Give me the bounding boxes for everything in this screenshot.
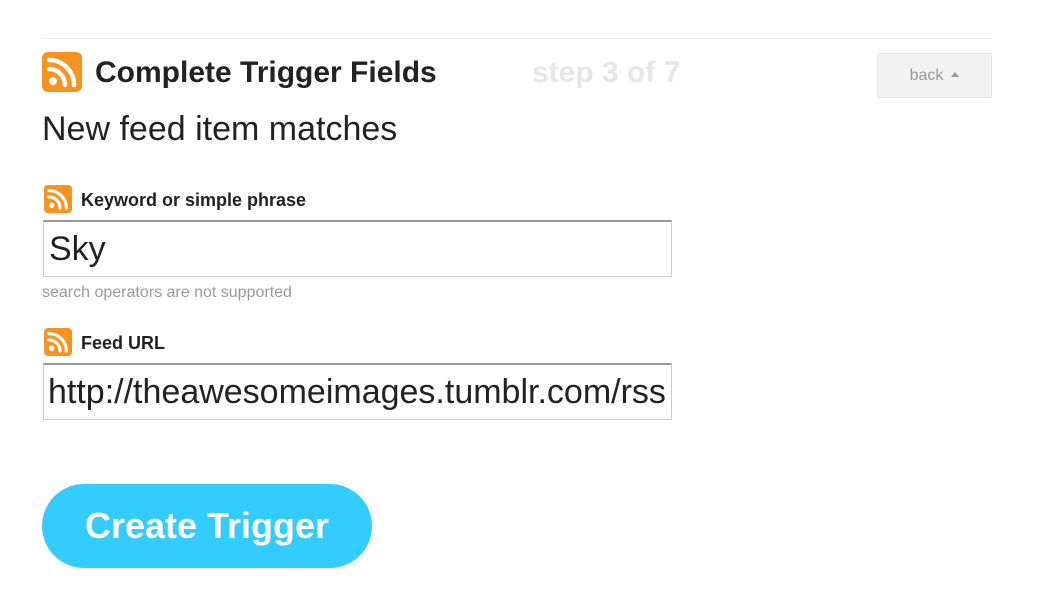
rss-feed-icon [44, 185, 72, 213]
caret-up-icon [951, 72, 960, 77]
create-trigger-button[interactable]: Create Trigger [42, 484, 372, 568]
rss-feed-icon [42, 52, 82, 92]
keyword-input[interactable] [43, 220, 672, 277]
rss-feed-icon [44, 328, 72, 356]
trigger-header: Complete Trigger Fields step 3 of 7 back [42, 52, 992, 98]
back-button-label: back [909, 67, 944, 84]
back-button[interactable]: back [877, 53, 992, 98]
feed-url-input[interactable] [43, 363, 672, 420]
keyword-field-label: Keyword or simple phrase [81, 190, 307, 210]
trigger-subtitle: New feed item matches [42, 110, 398, 148]
keyword-helper-text: search operators are not supported [42, 284, 292, 301]
top-divider [42, 38, 992, 39]
feed-url-field-label: Feed URL [81, 333, 166, 353]
step-indicator: step 3 of 7 [532, 56, 681, 89]
page-title: Complete Trigger Fields [95, 56, 437, 89]
